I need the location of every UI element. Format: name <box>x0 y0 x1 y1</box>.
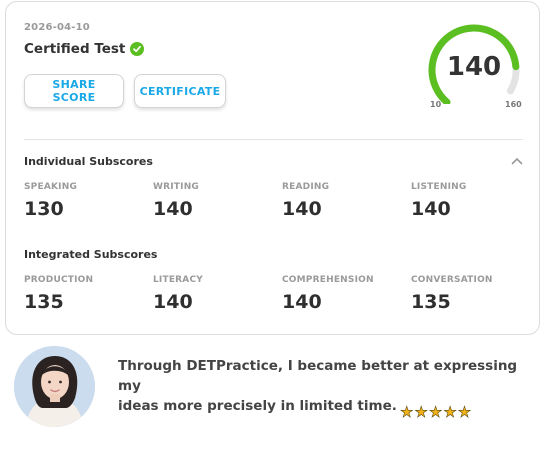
score-gauge: 140 10 160 <box>422 24 526 114</box>
chevron-up-icon[interactable] <box>511 157 523 165</box>
subscore-label: SPEAKING <box>24 182 78 192</box>
subscore-value: 140 <box>282 198 322 220</box>
subscore-value: 140 <box>153 198 193 220</box>
subscore-label: LISTENING <box>411 182 467 192</box>
certificate-button[interactable]: CERTIFICATE <box>134 74 226 108</box>
verified-check-icon <box>130 42 145 56</box>
subscore-label: COMPREHENSION <box>282 275 374 285</box>
individual-subscores-title: Individual Subscores <box>24 155 153 168</box>
subscore-value: 135 <box>24 291 64 313</box>
subscore-value: 135 <box>411 291 451 313</box>
subscore-label: CONVERSATION <box>411 275 493 285</box>
subscore-label: READING <box>282 182 330 192</box>
subscore-label: LITERACY <box>153 275 203 285</box>
star-icons: ★★★★★ <box>400 403 473 422</box>
overall-score: 140 <box>446 52 502 82</box>
test-date: 2026-04-10 <box>24 22 90 33</box>
avatar <box>14 346 95 427</box>
subscore-value: 140 <box>153 291 193 313</box>
subscore-value: 140 <box>411 198 451 220</box>
star-rating: ★★★★★ <box>400 403 473 422</box>
subscore-value: 130 <box>24 198 64 220</box>
subscore-label: PRODUCTION <box>24 275 94 285</box>
score-card: 2026-04-10 Certified Test SHARE SCORE CE… <box>5 1 540 335</box>
gauge-max-label: 160 <box>505 100 522 109</box>
share-score-button[interactable]: SHARE SCORE <box>24 74 124 108</box>
quote-line: Through DETPractice, I became better at … <box>118 358 518 394</box>
card-title: Certified Test <box>24 41 126 57</box>
gauge-min-label: 10 <box>430 100 442 109</box>
title-row: Certified Test <box>24 41 145 57</box>
divider <box>24 139 523 140</box>
subscore-label: WRITING <box>153 182 200 192</box>
subscore-value: 140 <box>282 291 322 313</box>
integrated-subscores-title: Integrated Subscores <box>24 248 158 261</box>
